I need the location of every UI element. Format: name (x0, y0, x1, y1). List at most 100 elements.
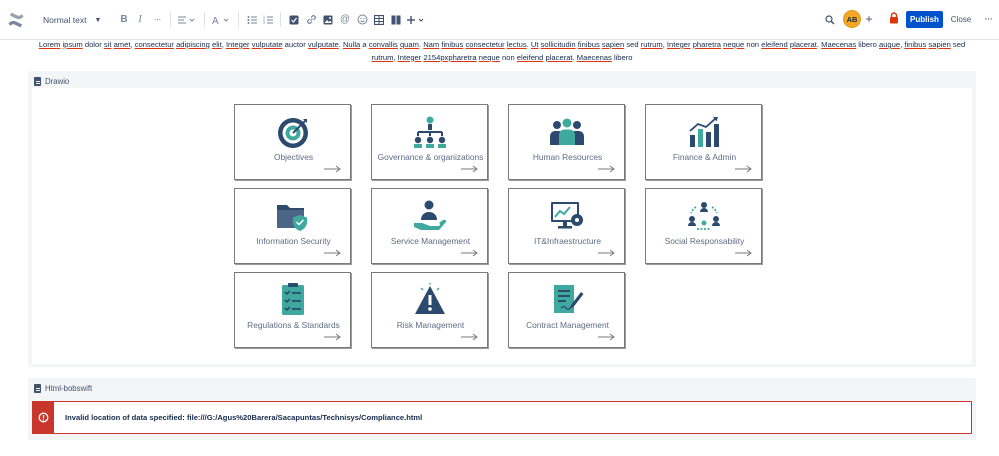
drawio-macro[interactable]: Drawio Objectives Governance & organizati… (28, 71, 976, 367)
diagram-tile[interactable]: Social Responsability (645, 188, 762, 264)
tile-label: Governance & organizations (377, 152, 484, 162)
monitor-icon (551, 202, 583, 229)
text-style-dropdown[interactable]: Normal text ▼ (36, 10, 108, 30)
tile-label: Information Security (256, 236, 331, 246)
more-actions-icon[interactable]: ··· (981, 11, 995, 27)
target-icon (278, 118, 308, 148)
diagram-tile[interactable]: Contract Management (508, 272, 625, 348)
misspelled-word: pharetra (692, 40, 721, 49)
diagram-tile[interactable]: Governance & organizations (371, 104, 488, 180)
diagram-tile[interactable]: Human Resources (508, 104, 625, 180)
search-icon[interactable] (822, 11, 838, 28)
arrow-right-icon (461, 165, 478, 173)
misspelled-word: Ut (530, 40, 539, 49)
tile-label: Human Resources (532, 152, 603, 162)
text-fragment: libero (611, 52, 633, 62)
text-fragment: a (360, 40, 369, 49)
body-paragraph[interactable]: Lorem ipsum dolor sit amet, consectetur … (31, 39, 973, 64)
emoji-icon[interactable] (354, 11, 370, 28)
tile-label: IT&Infraestructure (533, 236, 602, 246)
misspelled-word: convallis (368, 40, 398, 49)
align-icon[interactable] (176, 11, 198, 28)
tile-label: Service Management (390, 236, 471, 246)
misspelled-word: Nulla (342, 40, 361, 49)
error-text: Invalid location of data specified: file… (65, 413, 423, 422)
growth-chart-icon (689, 117, 719, 147)
misspelled-word: amet (113, 40, 131, 49)
arrow-right-icon (324, 165, 341, 173)
bullet-list-icon[interactable] (244, 11, 260, 28)
misspelled-word: Nam (423, 40, 440, 49)
misspelled-word: Lorem (38, 40, 61, 49)
task-icon[interactable] (286, 11, 302, 28)
toolbar-divider (170, 12, 171, 27)
arrow-right-icon (324, 333, 341, 341)
arrow-right-icon (598, 165, 615, 173)
people-icon (550, 118, 584, 145)
misspelled-word: finibus (577, 40, 600, 49)
misspelled-word: eleifend (516, 52, 544, 62)
text-fragment: auctor (282, 40, 308, 49)
toolbar-divider (280, 12, 281, 27)
more-formatting-icon[interactable]: ··· (149, 11, 165, 28)
misspelled-word: placerat (545, 52, 573, 62)
misspelled-word: vulputate (251, 40, 283, 49)
text-color-icon[interactable]: A (210, 11, 232, 28)
arrow-right-icon (324, 249, 341, 257)
toolbar-divider (204, 12, 205, 27)
misspelled-word: finibus (441, 40, 464, 49)
error-icon (38, 412, 49, 423)
contract-icon (554, 285, 584, 313)
italic-icon[interactable]: I (132, 11, 148, 28)
diagram-tile[interactable]: Objectives (234, 104, 351, 180)
org-chart-icon (414, 116, 446, 148)
arrow-right-icon (735, 165, 752, 173)
misspelled-word: augue (878, 40, 901, 49)
diagram-tile[interactable]: Risk Management (371, 272, 488, 348)
misspelled-word: placerat (789, 40, 817, 49)
add-collaborator-icon[interactable]: + (862, 11, 876, 27)
text-fragment: non (499, 52, 517, 62)
misspelled-word: consectetur (465, 40, 505, 49)
layout-icon[interactable] (388, 11, 404, 28)
misspelled-word: sapien (928, 40, 951, 49)
misspelled-word: Maecenas (576, 52, 612, 62)
diagram-tile[interactable]: Regulations & Standards (234, 272, 351, 348)
link-icon[interactable] (303, 11, 319, 28)
drawio-diagram[interactable]: Objectives Governance & organizations Huma… (32, 88, 972, 364)
editor-toolbar: Normal text ▼ B I ··· A 123 @ AB + Publi… (0, 0, 999, 40)
error-strip (33, 402, 54, 433)
misspelled-word: eleifend (761, 40, 788, 49)
publish-button[interactable]: Publish (906, 11, 943, 28)
diagram-tile[interactable]: Service Management (371, 188, 488, 264)
diagram-tile[interactable]: Information Security (234, 188, 351, 264)
misspelled-word: finibus (904, 40, 927, 49)
confluence-logo-icon[interactable] (7, 11, 25, 29)
toolbar-divider (238, 12, 239, 27)
image-icon[interactable] (320, 11, 336, 28)
chevron-down-icon: ▼ (94, 16, 102, 24)
tile-label: Contract Management (526, 320, 609, 330)
restrictions-lock-icon[interactable] (887, 10, 901, 26)
misspelled-word: ipsum (62, 40, 83, 49)
bold-icon[interactable]: B (116, 11, 132, 28)
diagram-tile[interactable]: Finance & Admin (645, 104, 762, 180)
misspelled-word: lectus (506, 40, 527, 49)
secure-folder-icon (277, 205, 307, 231)
arrow-right-icon (461, 249, 478, 257)
mention-icon[interactable]: @ (337, 11, 353, 28)
misspelled-word: rutrum (640, 40, 663, 49)
service-hand-icon (414, 200, 447, 230)
table-icon[interactable] (371, 11, 387, 28)
html-macro[interactable]: Html-bobswift Invalid location of data s… (28, 378, 976, 440)
avatar[interactable]: AB (843, 10, 861, 28)
numbered-list-icon[interactable]: 123 (260, 11, 276, 28)
text-style-label: Normal text (43, 15, 87, 25)
macro-header: Drawio (34, 74, 69, 88)
file-icon (34, 383, 41, 393)
macro-title: Html-bobswift (45, 383, 93, 393)
insert-plus-icon[interactable] (405, 11, 427, 28)
diagram-tile[interactable]: IT&Infraestructure (508, 188, 625, 264)
close-button[interactable]: Close (947, 11, 975, 28)
error-message-panel: Invalid location of data specified: file… (32, 401, 972, 434)
